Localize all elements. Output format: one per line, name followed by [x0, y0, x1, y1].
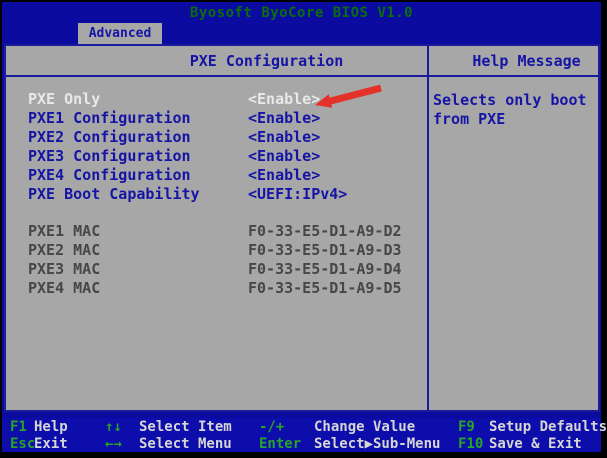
hotkey-label-leftright-arrows: Select Menu — [139, 437, 232, 452]
setting-row[interactable]: PXE4 Configuration <Enable> — [6, 167, 427, 186]
setting-value: <Enable> — [248, 148, 320, 165]
mac-row: PXE1 MAC F0-33-E5-D1-A9-D2 — [6, 223, 427, 242]
setting-label: PXE3 Configuration — [28, 148, 191, 165]
page-title: PXE Configuration — [6, 46, 427, 77]
panel-header: PXE Configuration Help Message — [6, 46, 598, 77]
setting-value: <Enable> — [248, 110, 320, 127]
red-arrow-icon — [311, 84, 387, 110]
hotkey-label-updown-arrows: Select Item — [139, 420, 232, 435]
hotkey-key-f1: F1 — [10, 420, 27, 435]
hotkey-key-f9: F9 — [458, 420, 475, 435]
help-line-2: from PXE — [433, 110, 505, 128]
help-line-1: Selects only boot — [433, 91, 587, 109]
hotkey-key-minus-plus: -/+ — [259, 420, 284, 435]
setting-value: <Enable> — [248, 91, 320, 108]
hotkey-label-f10: Save & Exit — [489, 437, 582, 452]
mac-value: F0-33-E5-D1-A9-D2 — [248, 223, 402, 240]
mac-value: F0-33-E5-D1-A9-D4 — [248, 261, 402, 278]
help-panel-title: Help Message — [429, 46, 598, 77]
panel-divider — [427, 46, 429, 410]
setting-value: <Enable> — [248, 167, 320, 184]
setting-value: <Enable> — [248, 129, 320, 146]
setting-label: PXE1 Configuration — [28, 110, 191, 127]
mac-label: PXE2 MAC — [28, 242, 100, 259]
bios-screen: Byosoft ByoCore BIOS V1.0 Advanced PXE C… — [2, 2, 601, 452]
mac-label: PXE3 MAC — [28, 261, 100, 278]
hotkey-key-f10: F10 — [458, 437, 483, 452]
hotkey-key-updown-arrows: ↑↓ — [105, 420, 122, 435]
hotkey-key-enter: Enter — [259, 437, 301, 452]
setting-label: PXE Only — [28, 91, 100, 108]
mac-row: PXE2 MAC F0-33-E5-D1-A9-D3 — [6, 242, 427, 261]
mac-value: F0-33-E5-D1-A9-D3 — [248, 242, 402, 259]
bios-version-title: Byosoft ByoCore BIOS V1.0 — [2, 5, 601, 21]
setting-row[interactable]: PXE1 Configuration <Enable> — [6, 110, 427, 129]
hotkey-key-leftright-arrows: ←→ — [105, 437, 122, 452]
hotkey-key-esc: Esc — [10, 437, 35, 452]
mac-label: PXE4 MAC — [28, 280, 100, 297]
setting-row[interactable]: PXE2 Configuration <Enable> — [6, 129, 427, 148]
hotkey-label-enter: Select▶Sub-Menu — [314, 437, 440, 452]
setting-value: <UEFI:IPv4> — [248, 186, 347, 203]
setting-label: PXE4 Configuration — [28, 167, 191, 184]
bios-screen-frame: Byosoft ByoCore BIOS V1.0 Advanced PXE C… — [0, 0, 607, 458]
setting-label: PXE2 Configuration — [28, 129, 191, 146]
mac-row: PXE4 MAC F0-33-E5-D1-A9-D5 — [6, 280, 427, 299]
setting-row[interactable]: PXE3 Configuration <Enable> — [6, 148, 427, 167]
mac-row: PXE3 MAC F0-33-E5-D1-A9-D4 — [6, 261, 427, 280]
setting-label: PXE Boot Capability — [28, 186, 200, 203]
hotkey-legend-bar: F1Help↑↓Select Item-/+Change ValueF9Setu… — [2, 418, 601, 452]
hotkey-label-f9: Setup Defaults — [489, 420, 607, 435]
hotkey-label-minus-plus: Change Value — [314, 420, 415, 435]
tab-advanced[interactable]: Advanced — [78, 23, 162, 44]
mac-label: PXE1 MAC — [28, 223, 100, 240]
main-panel: PXE Configuration Help Message PXE Only <… — [4, 44, 600, 412]
mac-address-list: PXE1 MAC F0-33-E5-D1-A9-D2 PXE2 MAC F0-33-E… — [6, 223, 427, 299]
mac-value: F0-33-E5-D1-A9-D5 — [248, 280, 402, 297]
hotkey-label-f1: Help — [34, 420, 68, 435]
setting-row[interactable]: PXE Boot Capability <UEFI:IPv4> — [6, 186, 427, 205]
hotkey-label-esc: Exit — [34, 437, 68, 452]
help-message-text: Selects only bootfrom PXE — [433, 91, 594, 129]
